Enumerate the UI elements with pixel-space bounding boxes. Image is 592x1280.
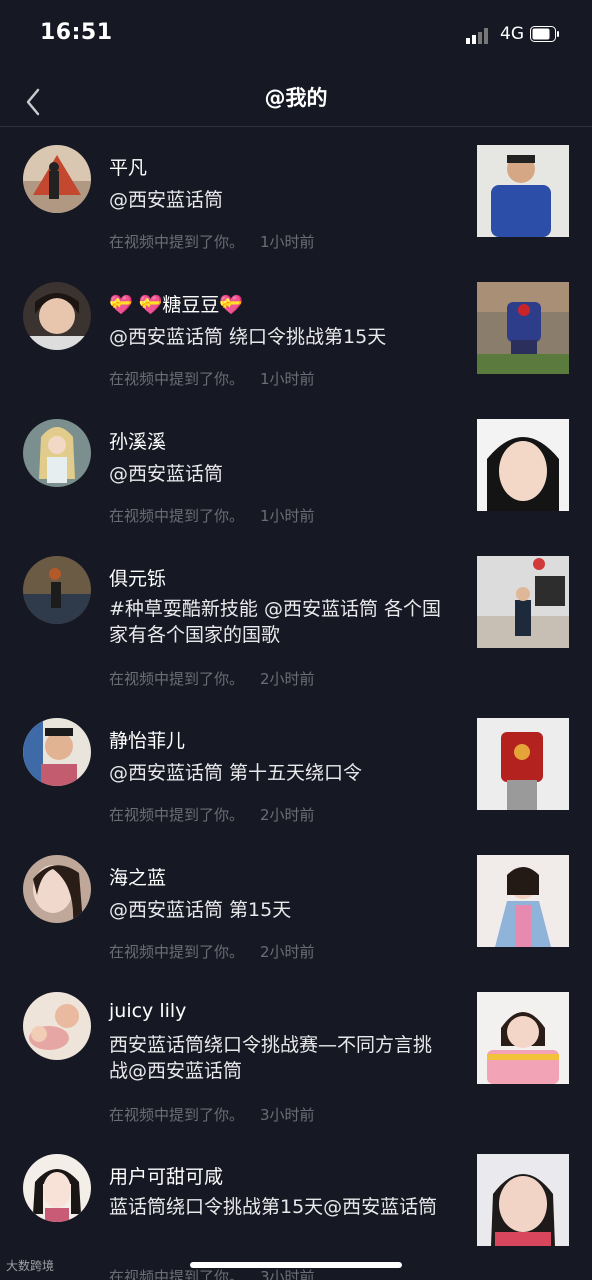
- video-thumbnail[interactable]: [477, 855, 569, 947]
- time-ago: 2小时前: [260, 943, 315, 961]
- mention-text[interactable]: @西安蓝话筒: [109, 187, 449, 213]
- home-indicator[interactable]: [190, 1262, 402, 1268]
- nav-bar: @我的: [0, 70, 592, 127]
- page-title: @我的: [264, 86, 328, 110]
- time-ago: 1小时前: [260, 233, 315, 251]
- avatar[interactable]: [23, 855, 91, 923]
- video-thumbnail[interactable]: [477, 419, 569, 511]
- username[interactable]: 孙溪溪: [109, 427, 166, 454]
- meta-label: 在视频中提到了你。: [109, 233, 245, 251]
- time-ago: 3小时前: [260, 1268, 315, 1280]
- video-thumbnail[interactable]: [477, 145, 569, 237]
- avatar[interactable]: [23, 282, 91, 350]
- username[interactable]: 💝 💝糖豆豆💝: [109, 290, 243, 317]
- meta-label: 在视频中提到了你。: [109, 1106, 245, 1124]
- video-thumbnail[interactable]: [477, 282, 569, 374]
- list-item[interactable]: 平凡 @西安蓝话筒 在视频中提到了你。 1小时前: [0, 127, 592, 264]
- mention-text[interactable]: 西安蓝话筒绕口令挑战赛—不同方言挑战@西安蓝话筒: [109, 1032, 449, 1084]
- meta-label: 在视频中提到了你。: [109, 370, 245, 388]
- username[interactable]: 俱元铄: [109, 564, 166, 591]
- meta-label: 在视频中提到了你。: [109, 1268, 245, 1280]
- mention-meta: 在视频中提到了你。 2小时前: [109, 804, 315, 825]
- mention-meta: 在视频中提到了你。 1小时前: [109, 505, 315, 526]
- list-item[interactable]: juicy lily 西安蓝话筒绕口令挑战赛—不同方言挑战@西安蓝话筒 在视频中…: [0, 974, 592, 1136]
- mention-text[interactable]: #种草耍酷新技能 @西安蓝话筒 各个国家有各个国家的国歌: [109, 596, 449, 648]
- avatar[interactable]: [23, 419, 91, 487]
- battery-icon: [530, 26, 559, 42]
- username[interactable]: juicy lily: [109, 1000, 186, 1022]
- mention-text[interactable]: 蓝话筒绕口令挑战第15天@西安蓝话筒: [109, 1194, 449, 1220]
- mention-text[interactable]: @西安蓝话筒 绕口令挑战第15天: [109, 324, 449, 350]
- status-bar: 16:51 4G: [0, 0, 592, 70]
- mention-meta: 在视频中提到了你。 3小时前: [109, 1266, 315, 1280]
- video-thumbnail[interactable]: [477, 992, 569, 1084]
- username[interactable]: 平凡: [109, 153, 147, 180]
- time-ago: 2小时前: [260, 670, 315, 688]
- mention-meta: 在视频中提到了你。 1小时前: [109, 231, 315, 252]
- mention-text[interactable]: @西安蓝话筒 第15天: [109, 897, 449, 923]
- mention-text[interactable]: @西安蓝话筒 第十五天绕口令: [109, 760, 449, 786]
- time-ago: 1小时前: [260, 370, 315, 388]
- avatar[interactable]: [23, 556, 91, 624]
- meta-label: 在视频中提到了你。: [109, 507, 245, 525]
- time-ago: 1小时前: [260, 507, 315, 525]
- time-ago: 3小时前: [260, 1106, 315, 1124]
- meta-label: 在视频中提到了你。: [109, 943, 245, 961]
- watermark: 大数跨境: [6, 1259, 55, 1273]
- video-thumbnail[interactable]: [477, 556, 569, 648]
- status-time: 16:51: [40, 20, 113, 45]
- username[interactable]: 用户可甜可咸: [109, 1162, 223, 1189]
- time-ago: 2小时前: [260, 806, 315, 824]
- avatar[interactable]: [23, 145, 91, 213]
- avatar[interactable]: [23, 1154, 91, 1222]
- list-item[interactable]: 孙溪溪 @西安蓝话筒 在视频中提到了你。 1小时前: [0, 401, 592, 538]
- meta-label: 在视频中提到了你。: [109, 670, 245, 688]
- video-thumbnail[interactable]: [477, 718, 569, 810]
- avatar[interactable]: [23, 718, 91, 786]
- signal-icon: [466, 28, 488, 44]
- mention-list: 平凡 @西安蓝话筒 在视频中提到了你。 1小时前 💝 💝糖豆豆💝 @西安蓝话筒 绕…: [0, 127, 592, 1280]
- mention-meta: 在视频中提到了你。 3小时前: [109, 1104, 315, 1125]
- meta-label: 在视频中提到了你。: [109, 806, 245, 824]
- network-label: 4G: [500, 24, 524, 44]
- mention-meta: 在视频中提到了你。 1小时前: [109, 368, 315, 389]
- mention-meta: 在视频中提到了你。 2小时前: [109, 668, 315, 689]
- list-item[interactable]: 静怡菲儿 @西安蓝话筒 第十五天绕口令 在视频中提到了你。 2小时前: [0, 700, 592, 837]
- list-item[interactable]: 用户可甜可咸 蓝话筒绕口令挑战第15天@西安蓝话筒 在视频中提到了你。 3小时前: [0, 1136, 592, 1280]
- list-item[interactable]: 海之蓝 @西安蓝话筒 第15天 在视频中提到了你。 2小时前: [0, 837, 592, 974]
- list-item[interactable]: 俱元铄 #种草耍酷新技能 @西安蓝话筒 各个国家有各个国家的国歌 在视频中提到了…: [0, 538, 592, 700]
- username[interactable]: 海之蓝: [109, 863, 166, 890]
- username[interactable]: 静怡菲儿: [109, 726, 185, 753]
- video-thumbnail[interactable]: [477, 1154, 569, 1246]
- mention-meta: 在视频中提到了你。 2小时前: [109, 941, 315, 962]
- avatar[interactable]: [23, 992, 91, 1060]
- mention-text[interactable]: @西安蓝话筒: [109, 461, 449, 487]
- list-item[interactable]: 💝 💝糖豆豆💝 @西安蓝话筒 绕口令挑战第15天 在视频中提到了你。 1小时前: [0, 264, 592, 401]
